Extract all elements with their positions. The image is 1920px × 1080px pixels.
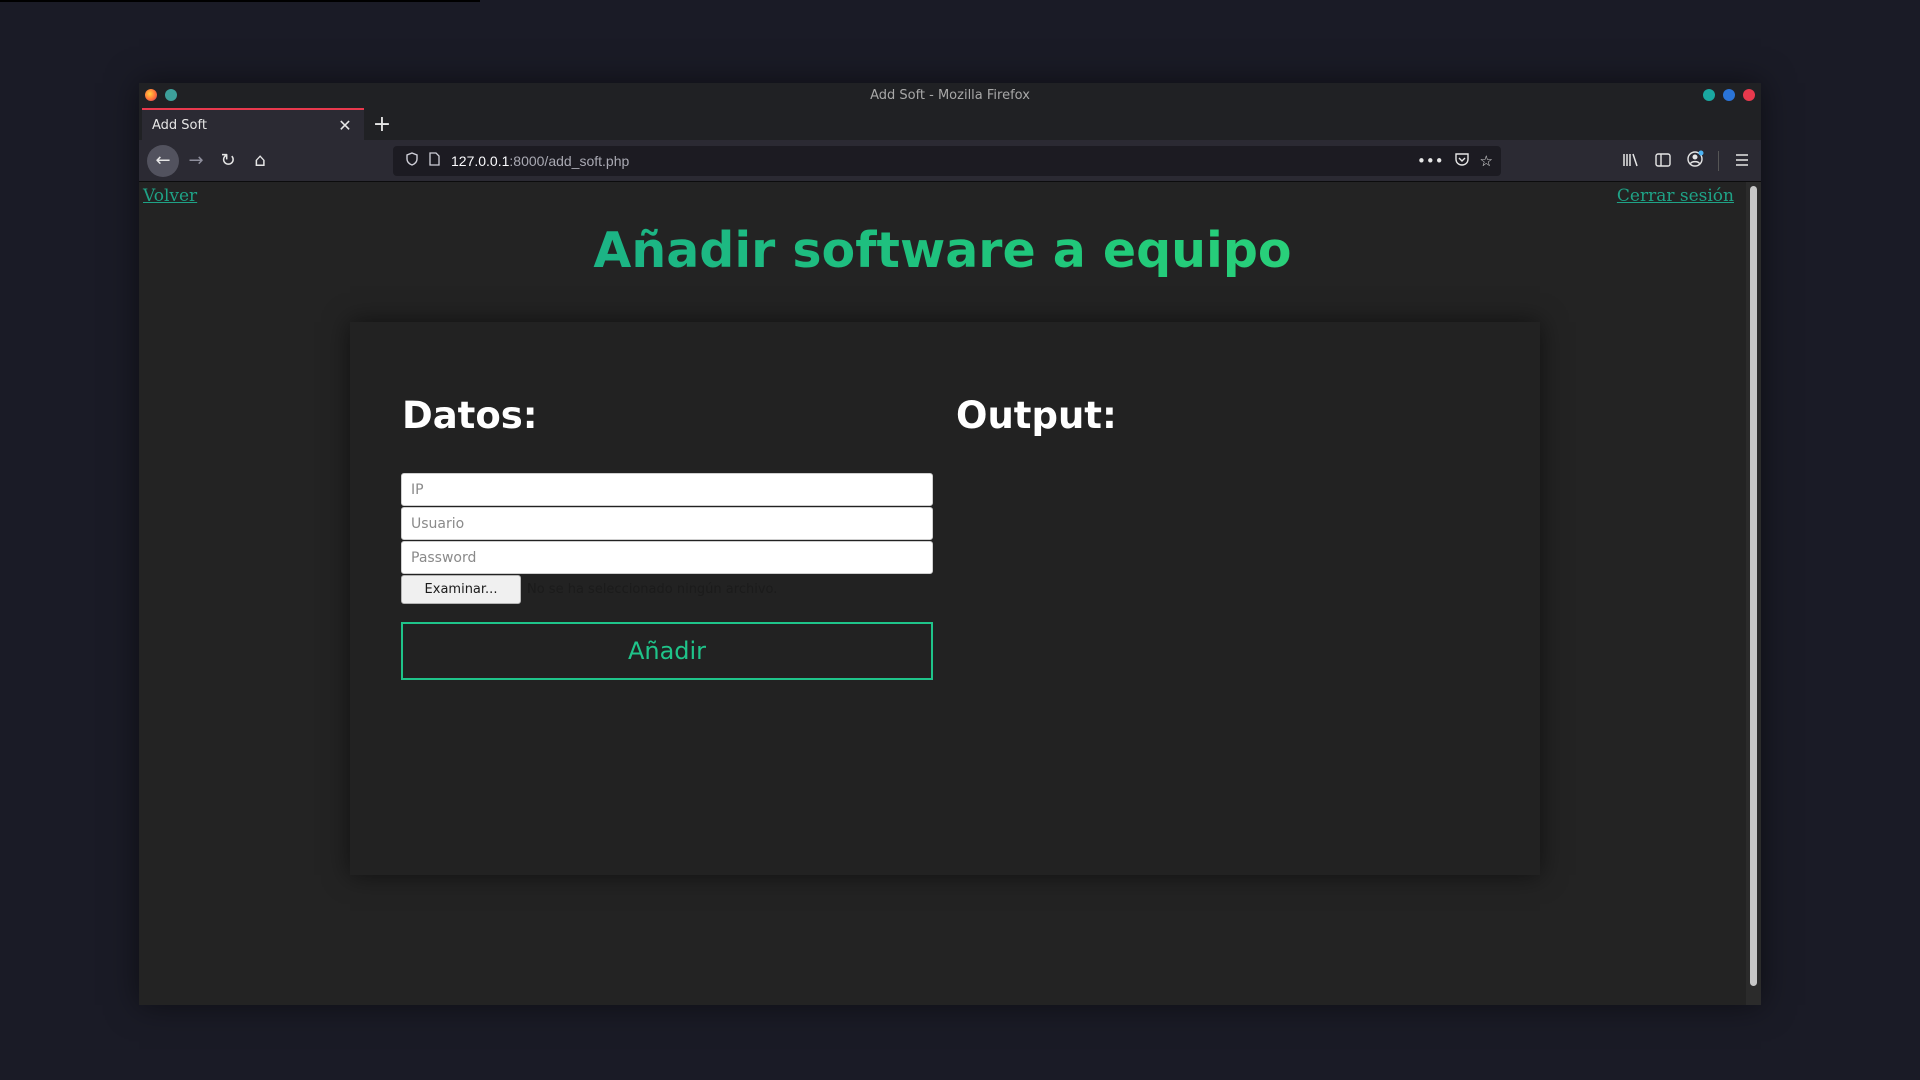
more-actions-icon[interactable]: ••• [1417,152,1444,171]
bookmark-star-icon[interactable]: ☆ [1480,152,1493,171]
form-card: Datos: Output: Examinar... No se ha sele… [350,322,1540,875]
back-link[interactable]: Volver [143,186,197,206]
maximize-button[interactable] [1723,89,1735,101]
forward-button[interactable]: → [181,146,211,176]
datos-heading: Datos: [402,394,538,437]
toolbar-separator [1718,151,1719,171]
title-bar-left [145,89,177,101]
account-icon[interactable] [1686,150,1704,172]
add-button[interactable]: Añadir [401,622,933,680]
output-heading: Output: [956,394,1117,437]
firefox-logo-icon [145,89,157,101]
page-content: Volver Cerrar sesión Añadir software a e… [139,182,1746,1005]
tab-add-soft[interactable]: Add Soft ✕ [142,108,364,140]
url-path: :8000/add_soft.php [509,153,630,169]
file-status-text: No se ha seleccionado ningún archivo. [527,582,778,597]
minimize-button[interactable] [1703,89,1715,101]
page-icon[interactable] [423,152,445,170]
logout-link[interactable]: Cerrar sesión [1617,186,1734,206]
page-title: Añadir software a equipo [139,222,1746,279]
menu-icon[interactable] [1733,152,1751,171]
url-host: 127.0.0.1 [451,153,510,169]
url-actions: ••• ☆ [1417,152,1493,171]
tab-title: Add Soft [152,117,207,133]
close-tab-icon[interactable]: ✕ [336,116,354,135]
shield-icon[interactable] [401,152,423,170]
pocket-icon[interactable] [1454,152,1470,171]
password-input[interactable] [401,541,933,574]
reload-button[interactable]: ↻ [213,146,243,176]
window-title: Add Soft - Mozilla Firefox [870,87,1030,103]
title-bar: Add Soft - Mozilla Firefox [139,83,1761,107]
url-bar[interactable]: 127.0.0.1:8000/add_soft.php ••• ☆ [393,146,1501,176]
back-button[interactable]: ← [147,144,179,177]
close-window-button[interactable] [1743,89,1755,101]
ip-input[interactable] [401,473,933,506]
pin-icon[interactable] [165,89,177,101]
url-text[interactable]: 127.0.0.1:8000/add_soft.php [451,153,1417,169]
browse-file-button[interactable]: Examinar... [401,575,521,604]
navigation-toolbar: ← → ↻ ⌂ 127.0.0.1:8000/add_soft.php ••• … [139,140,1761,182]
username-input[interactable] [401,507,933,540]
tab-bar: Add Soft ✕ + [139,107,1761,140]
sidebar-icon[interactable] [1654,152,1672,171]
page-scrollbar[interactable] [1746,182,1761,1005]
window-controls [1703,89,1755,101]
home-button[interactable]: ⌂ [245,146,275,176]
loading-progress-line [0,0,480,2]
file-picker: Examinar... No se ha seleccionado ningún… [401,575,777,604]
new-tab-button[interactable]: + [367,112,397,137]
browser-window: Add Soft - Mozilla Firefox Add Soft ✕ + … [139,83,1761,1005]
toolbar-right [1622,146,1751,176]
scrollbar-thumb[interactable] [1750,186,1757,986]
library-icon[interactable] [1622,152,1640,171]
